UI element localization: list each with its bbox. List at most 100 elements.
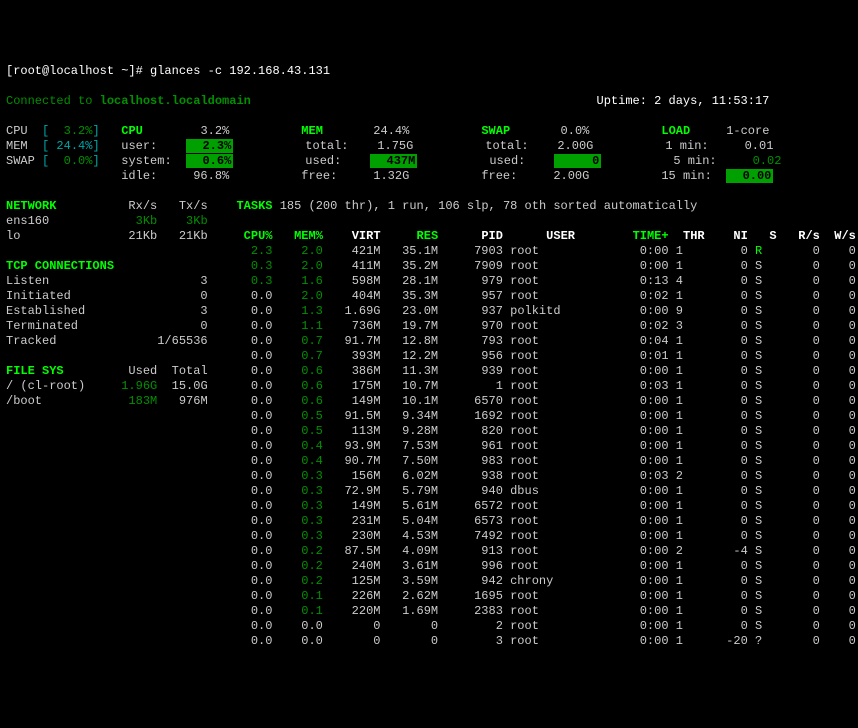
proc-res[interactable]: 0 [388,619,446,633]
proc-mem[interactable]: 0.3 [280,469,330,483]
proc-virt[interactable]: 393M [330,349,388,363]
proc-ws[interactable]: 0 [827,364,856,378]
proc-user[interactable]: root [510,364,582,378]
proc-time[interactable]: 0:00 [582,634,676,648]
proc-user[interactable]: root [510,289,582,303]
proc-ws[interactable]: 0 [827,349,856,363]
proc-thr[interactable]: 1 [676,529,712,543]
proc-ws[interactable]: 0 [827,304,856,318]
proc-pid[interactable]: 938 [445,469,510,483]
proc-res[interactable]: 12.8M [388,334,446,348]
proc-ws[interactable]: 0 [827,619,856,633]
proc-cpu[interactable]: 0.0 [236,394,279,408]
proc-user[interactable]: root [510,439,582,453]
proc-ni[interactable]: 0 [712,334,755,348]
proc-thr[interactable]: 3 [676,319,712,333]
proc-ni[interactable]: 0 [712,274,755,288]
proc-ni[interactable]: 0 [712,289,755,303]
proc-ws[interactable]: 0 [827,319,856,333]
proc-cpu[interactable]: 0.0 [236,499,279,513]
proc-rs[interactable]: 0 [784,379,827,393]
proc-pid[interactable]: 979 [445,274,510,288]
proc-pid[interactable]: 940 [445,484,510,498]
proc-ws[interactable]: 0 [827,409,856,423]
proc-header-res[interactable]: RES [388,229,446,243]
proc-pid[interactable]: 996 [445,559,510,573]
proc-rs[interactable]: 0 [784,484,827,498]
proc-ni[interactable]: 0 [712,469,755,483]
proc-rs[interactable]: 0 [784,499,827,513]
proc-cpu[interactable]: 0.0 [236,574,279,588]
proc-time[interactable]: 0:00 [582,544,676,558]
proc-state[interactable]: S [755,319,784,333]
proc-ws[interactable]: 0 [827,604,856,618]
proc-state[interactable]: S [755,499,784,513]
proc-cpu[interactable]: 0.0 [236,349,279,363]
proc-time[interactable]: 0:00 [582,364,676,378]
proc-pid[interactable]: 961 [445,439,510,453]
proc-virt[interactable]: 87.5M [330,544,388,558]
proc-header-pid[interactable]: PID [445,229,510,243]
proc-thr[interactable]: 1 [676,634,712,648]
proc-time[interactable]: 0:01 [582,349,676,363]
proc-ni[interactable]: 0 [712,379,755,393]
proc-ni[interactable]: 0 [712,604,755,618]
proc-virt[interactable]: 598M [330,274,388,288]
proc-ni[interactable]: 0 [712,574,755,588]
proc-time[interactable]: 0:00 [582,484,676,498]
proc-mem[interactable]: 1.1 [280,319,330,333]
proc-cpu[interactable]: 0.0 [236,364,279,378]
proc-rs[interactable]: 0 [784,544,827,558]
proc-res[interactable]: 3.59M [388,574,446,588]
proc-user[interactable]: root [510,514,582,528]
proc-rs[interactable]: 0 [784,304,827,318]
proc-res[interactable]: 3.61M [388,559,446,573]
proc-pid[interactable]: 957 [445,289,510,303]
proc-pid[interactable]: 7909 [445,259,510,273]
proc-ni[interactable]: 0 [712,409,755,423]
proc-ws[interactable]: 0 [827,589,856,603]
proc-rs[interactable]: 0 [784,394,827,408]
proc-rs[interactable]: 0 [784,634,827,648]
proc-virt[interactable]: 1.69G [330,304,388,318]
proc-state[interactable]: S [755,259,784,273]
proc-time[interactable]: 0:00 [582,559,676,573]
proc-user[interactable]: root [510,469,582,483]
proc-pid[interactable]: 939 [445,364,510,378]
proc-rs[interactable]: 0 [784,409,827,423]
proc-virt[interactable]: 736M [330,319,388,333]
proc-time[interactable]: 0:00 [582,589,676,603]
proc-cpu[interactable]: 0.0 [236,514,279,528]
proc-ws[interactable]: 0 [827,544,856,558]
proc-thr[interactable]: 1 [676,574,712,588]
proc-mem[interactable]: 0.6 [280,379,330,393]
proc-virt[interactable]: 90.7M [330,454,388,468]
proc-time[interactable]: 0:00 [582,454,676,468]
proc-virt[interactable]: 220M [330,604,388,618]
proc-thr[interactable]: 1 [676,289,712,303]
proc-ni[interactable]: 0 [712,529,755,543]
proc-rs[interactable]: 0 [784,439,827,453]
proc-ws[interactable]: 0 [827,289,856,303]
proc-res[interactable]: 35.3M [388,289,446,303]
proc-ni[interactable]: 0 [712,259,755,273]
proc-mem[interactable]: 0.3 [280,514,330,528]
proc-pid[interactable]: 6573 [445,514,510,528]
proc-ni[interactable]: 0 [712,439,755,453]
proc-ws[interactable]: 0 [827,274,856,288]
proc-user[interactable]: root [510,454,582,468]
proc-pid[interactable]: 1 [445,379,510,393]
proc-state[interactable]: S [755,334,784,348]
proc-thr[interactable]: 1 [676,394,712,408]
proc-thr[interactable]: 2 [676,544,712,558]
proc-thr[interactable]: 1 [676,589,712,603]
proc-mem[interactable]: 0.0 [280,619,330,633]
proc-state[interactable]: S [755,454,784,468]
proc-state[interactable]: S [755,589,784,603]
proc-time[interactable]: 0:00 [582,244,676,258]
proc-state[interactable]: S [755,484,784,498]
proc-ws[interactable]: 0 [827,484,856,498]
proc-mem[interactable]: 0.2 [280,544,330,558]
command-input[interactable]: glances -c 192.168.43.131 [150,64,330,78]
proc-user[interactable]: dbus [510,484,582,498]
